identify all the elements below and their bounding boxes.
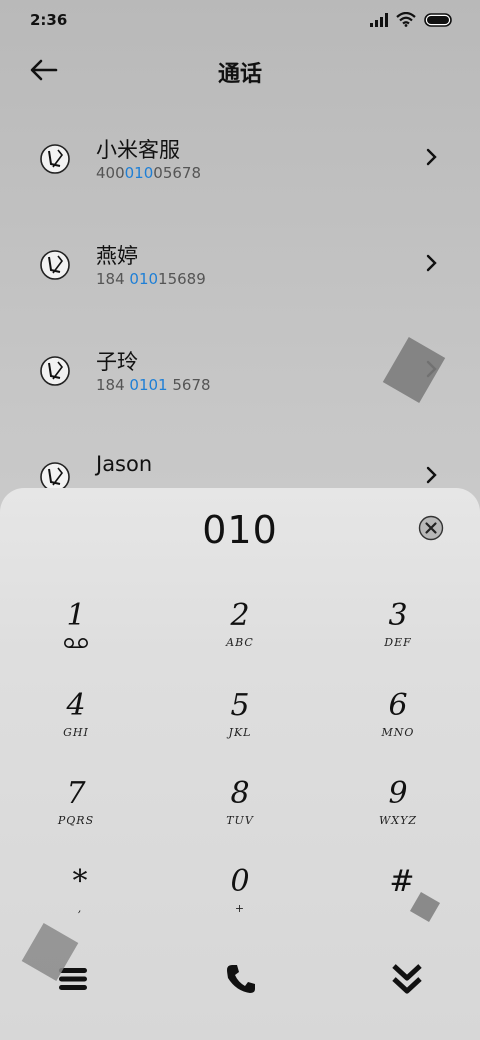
key-letters: WXYZ bbox=[378, 814, 418, 827]
chevron-right-icon bbox=[426, 148, 437, 166]
contact-number: 40001005678 bbox=[96, 164, 201, 182]
number-prefix: 400 bbox=[96, 164, 125, 182]
contact-row[interactable]: 小米客服 40001005678 bbox=[0, 104, 480, 210]
key-digit: 3 bbox=[388, 598, 408, 633]
contact-name: 子玲 bbox=[96, 350, 138, 374]
key-letters: GHI bbox=[63, 726, 89, 739]
key-2[interactable]: 2 ABC bbox=[180, 598, 300, 678]
key-digit: 6 bbox=[388, 688, 408, 723]
key-letters: + bbox=[234, 902, 246, 915]
key-letters: , bbox=[77, 902, 83, 915]
key-3[interactable]: 3 DEF bbox=[338, 598, 458, 678]
key-letters: JKL bbox=[228, 726, 252, 739]
key-digit: 0 bbox=[230, 864, 250, 899]
key-digit: 4 bbox=[66, 688, 86, 723]
contact-name: 小米客服 bbox=[96, 138, 180, 162]
key-letters: TUV bbox=[226, 814, 254, 827]
key-hash[interactable]: # bbox=[342, 864, 462, 944]
header: 通话 bbox=[0, 40, 480, 100]
dialer-panel: 010 1 2 ABC 3 DEF 4 GHI 5 JKL 6 MNO 7 PQ… bbox=[0, 488, 480, 1040]
voicemail-icon bbox=[64, 638, 88, 648]
key-digit: # bbox=[389, 864, 415, 899]
status-time: 2:36 bbox=[30, 11, 68, 29]
key-digit: * bbox=[72, 864, 88, 899]
number-suffix: 5678 bbox=[167, 376, 211, 394]
key-letters: MNO bbox=[381, 726, 415, 739]
contact-row[interactable]: 燕婷 184 01015689 bbox=[0, 210, 480, 316]
clear-input-icon[interactable] bbox=[418, 515, 444, 541]
phone-icon bbox=[227, 965, 255, 993]
key-6[interactable]: 6 MNO bbox=[338, 688, 458, 768]
battery-icon bbox=[424, 12, 452, 27]
chevron-right-icon bbox=[426, 466, 437, 484]
key-4[interactable]: 4 GHI bbox=[16, 688, 136, 768]
call-button[interactable] bbox=[216, 954, 266, 1004]
number-suffix: 15689 bbox=[158, 270, 206, 288]
number-match: 010 bbox=[129, 270, 159, 288]
key-letters: PQRS bbox=[57, 814, 95, 827]
contact-name: Jason bbox=[96, 452, 153, 476]
key-9[interactable]: 9 WXYZ bbox=[338, 776, 458, 856]
contact-avatar-icon bbox=[40, 356, 70, 386]
contact-number: 184 01015689 bbox=[96, 270, 206, 288]
number-prefix: 184 bbox=[96, 376, 130, 394]
collapse-keypad-icon bbox=[392, 964, 422, 994]
key-8[interactable]: 8 TUV bbox=[180, 776, 300, 856]
key-7[interactable]: 7 PQRS bbox=[16, 776, 136, 856]
chevron-right-icon bbox=[426, 254, 437, 272]
wifi-icon bbox=[396, 12, 416, 27]
contact-number: 184 0101 5678 bbox=[96, 376, 211, 394]
key-digit: 1 bbox=[66, 598, 86, 633]
key-digit: 8 bbox=[230, 776, 250, 811]
key-0[interactable]: 0 + bbox=[180, 864, 300, 944]
signal-icon bbox=[370, 12, 388, 27]
key-letters: ABC bbox=[226, 636, 254, 649]
key-1[interactable]: 1 bbox=[16, 598, 136, 678]
status-icons bbox=[370, 12, 454, 27]
key-digit: 2 bbox=[230, 598, 250, 633]
dial-input[interactable]: 010 bbox=[0, 508, 480, 552]
key-digit: 9 bbox=[388, 776, 408, 811]
contact-avatar-icon bbox=[40, 250, 70, 280]
number-prefix: 184 bbox=[96, 270, 130, 288]
key-digit: 5 bbox=[230, 688, 250, 723]
key-digit: 7 bbox=[66, 776, 86, 811]
key-letters: DEF bbox=[384, 636, 412, 649]
collapse-keypad-button[interactable] bbox=[382, 954, 432, 1004]
status-bar: 2:36 bbox=[0, 0, 480, 40]
contact-name: 燕婷 bbox=[96, 244, 138, 268]
key-5[interactable]: 5 JKL bbox=[180, 688, 300, 768]
contact-avatar-icon bbox=[40, 144, 70, 174]
number-match: 0101 bbox=[129, 376, 168, 394]
number-match: 010 bbox=[124, 164, 154, 182]
number-suffix: 05678 bbox=[153, 164, 201, 182]
page-title: 通话 bbox=[217, 62, 262, 87]
